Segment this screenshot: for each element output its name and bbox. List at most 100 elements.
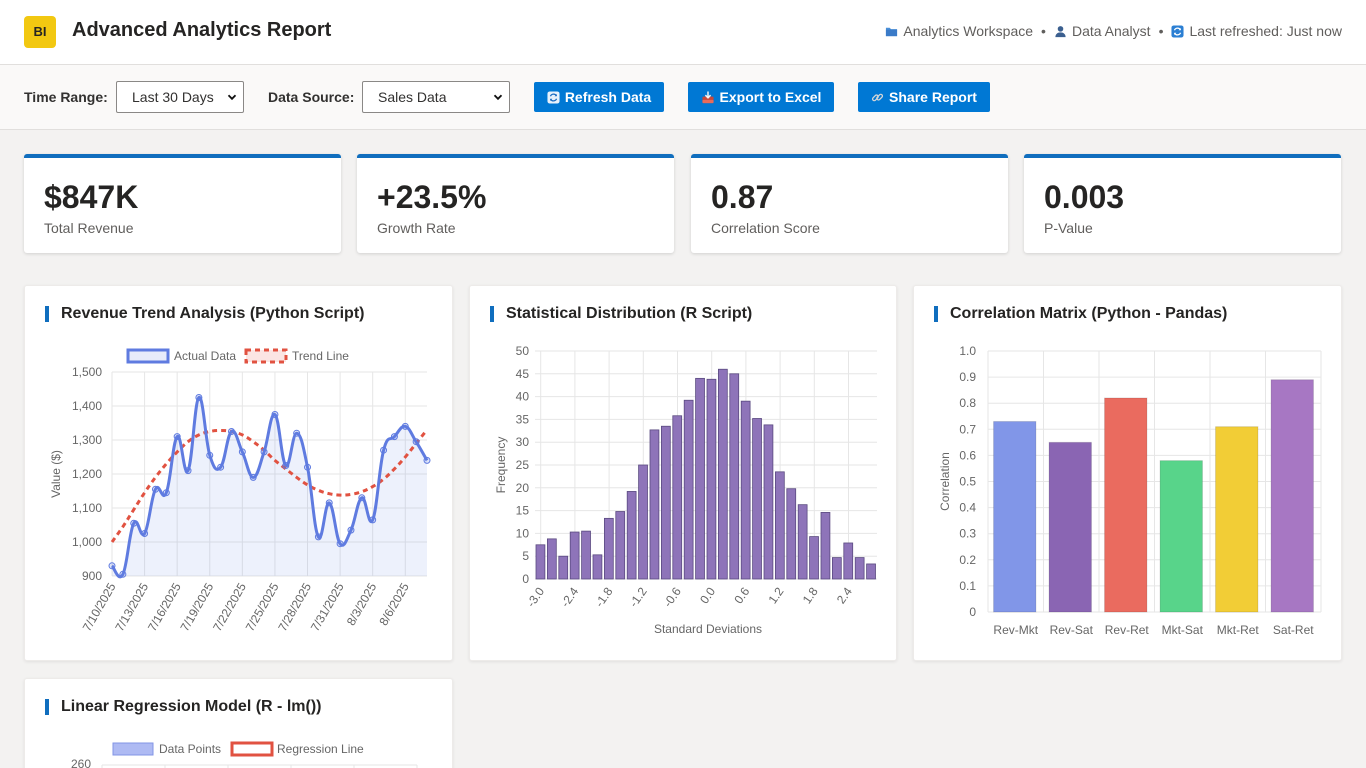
histogram-bar [786, 488, 797, 580]
kpi-label: P-Value [1044, 220, 1093, 236]
y-tick-label: 0.6 [959, 448, 976, 462]
histogram-bar [695, 377, 705, 580]
histogram-bar [558, 555, 569, 580]
kpi-value: 0.003 [1044, 179, 1125, 215]
x-tick-label: 1.2 [766, 584, 787, 606]
x-tick-label: Mkt-Ret [1217, 623, 1260, 637]
workspace-name[interactable]: Analytics Workspace [903, 23, 1033, 39]
data-point [412, 438, 420, 446]
report-title: Advanced Analytics Report [72, 19, 332, 41]
data-point [130, 519, 138, 527]
time-range-select[interactable]: Last 30 Days [116, 81, 244, 113]
data-source-value: Sales Data [378, 89, 447, 105]
histogram-bar [866, 563, 876, 580]
kpi-label: Growth Rate [377, 220, 456, 236]
data-point [380, 446, 388, 454]
correlation-bar [1159, 460, 1203, 613]
y-tick-label: 1,300 [72, 433, 102, 447]
revenue-trend-panel: Revenue Trend Analysis (Python Script) 9… [24, 285, 453, 661]
legend-label: Trend Line [292, 349, 349, 363]
data-point [423, 456, 431, 464]
last-refreshed: Last refreshed: Just now [1189, 23, 1342, 39]
y-tick-label: 0.7 [959, 422, 976, 436]
share-report-label: Share Report [889, 89, 977, 105]
data-point [369, 516, 377, 524]
data-point [173, 433, 181, 441]
legend-label: Regression Line [277, 742, 364, 756]
export-excel-button[interactable]: Export to Excel [688, 82, 834, 112]
histogram-bar [706, 378, 717, 580]
y-tick-label: 20 [516, 481, 530, 495]
kpi-card-total-revenue: $847K Total Revenue [24, 154, 341, 253]
refresh-data-button[interactable]: Refresh Data [534, 82, 664, 112]
kpi-value: 0.87 [711, 179, 774, 215]
x-tick-label: -1.8 [592, 584, 616, 609]
x-tick-label: -2.4 [558, 584, 582, 609]
app-logo: BI [24, 16, 56, 48]
y-tick-label: 0.2 [959, 553, 976, 567]
data-point [390, 433, 398, 441]
data-point [271, 411, 279, 418]
histogram-bar [638, 464, 648, 580]
data-source-select[interactable]: Sales Data [362, 81, 510, 113]
data-point [217, 463, 225, 471]
kpi-label: Correlation Score [711, 220, 820, 236]
x-tick-label: Sat-Ret [1273, 623, 1314, 637]
distribution-chart[interactable]: 0 5 10 15 20 25 30 35 40 45 50 -3.0 -2.4 -1.8 -1.2 -0.6… [470, 286, 898, 662]
histogram-bar [820, 512, 831, 580]
user-icon [1055, 25, 1066, 37]
y-tick-label: 0.9 [959, 370, 976, 384]
x-axis-label: Standard Deviations [654, 622, 762, 636]
histogram-bar [569, 531, 580, 580]
histogram-bar [752, 418, 762, 580]
x-tick-label: 2.4 [834, 584, 855, 606]
histogram-bar [683, 399, 694, 580]
histogram-bar [592, 554, 603, 580]
y-axis-label: Value ($) [49, 450, 63, 498]
x-tick-label: Rev-Ret [1105, 623, 1150, 637]
data-point [282, 462, 290, 469]
share-report-button[interactable]: Share Report [858, 82, 990, 112]
histogram-bar [717, 368, 728, 580]
data-point [151, 485, 159, 493]
y-axis-label: Frequency [494, 437, 508, 494]
histogram-bar [547, 538, 557, 580]
header-meta: Analytics Workspace • Data Analyst • Las… [885, 23, 1342, 39]
x-tick-label: Rev-Mkt [993, 623, 1038, 637]
kpi-card-p-value: 0.003 P-Value [1024, 154, 1341, 253]
time-range-label: Time Range: [24, 89, 108, 105]
y-tick-label: 1,400 [72, 399, 102, 413]
regression-chart[interactable]: Data Points Regression Line 260 [25, 679, 454, 768]
x-tick-label: 7/31/2025 [308, 580, 347, 634]
data-point [227, 428, 235, 435]
link-icon [871, 93, 884, 101]
data-point [325, 499, 333, 507]
y-tick-label: 0.5 [959, 475, 976, 489]
correlation-chart[interactable]: 0 0.1 0.2 0.3 0.4 0.5 0.6 0.7 0.8 0.9 1.0 Rev-Mkt Re… [914, 286, 1343, 662]
y-tick-label: 0.3 [959, 527, 976, 541]
x-tick-label: -0.6 [661, 584, 685, 609]
x-tick-label: 0.6 [731, 584, 752, 606]
legend-swatch-trend [244, 348, 288, 364]
data-point [119, 570, 127, 578]
refresh-data-label: Refresh Data [564, 89, 652, 105]
export-excel-label: Export to Excel [719, 89, 822, 105]
histogram-bar [740, 400, 751, 580]
kpi-card-growth-rate: +23.5% Growth Rate [357, 154, 674, 253]
x-tick-label: Mkt-Sat [1162, 623, 1204, 637]
data-point [184, 467, 192, 475]
data-point [162, 489, 170, 497]
x-tick-label: -3.0 [524, 584, 548, 609]
data-point [314, 533, 322, 541]
y-tick-label: 15 [516, 504, 530, 518]
distribution-panel: Statistical Distribution (R Script) 0 5 10… [469, 285, 897, 661]
revenue-trend-chart[interactable]: 9001,0001,1001,2001,3001,4001,5007/10/20… [25, 286, 454, 662]
y-tick-label: 0 [522, 572, 529, 586]
x-tick-label: -1.2 [626, 584, 650, 609]
kpi-card-correlation-score: 0.87 Correlation Score [691, 154, 1008, 253]
histogram-bar [649, 429, 660, 580]
meta-separator: • [1041, 23, 1046, 39]
data-point [293, 429, 301, 437]
y-tick-label: 0.8 [959, 396, 976, 410]
refresh-icon [547, 90, 560, 104]
